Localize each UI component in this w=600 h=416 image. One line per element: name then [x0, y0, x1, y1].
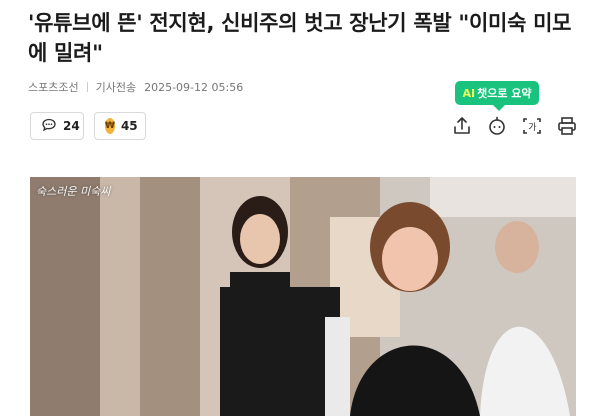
reaction-count: 45: [120, 119, 138, 133]
share-icon[interactable]: [451, 115, 473, 137]
font-size-icon[interactable]: 가: [521, 115, 543, 137]
ai-summary-button[interactable]: AI 챗으로 요약: [455, 81, 539, 111]
chatbot-icon[interactable]: [486, 115, 508, 137]
publish-datetime: 2025-09-12 05:56: [144, 80, 244, 94]
comments-button[interactable]: 24: [30, 112, 84, 140]
ai-label: AI: [462, 86, 476, 100]
source-name[interactable]: 스포츠조선: [28, 79, 79, 95]
sent-label: 기사전송: [95, 81, 137, 94]
ai-summary-label: 챗으로 요약: [477, 87, 532, 100]
article-photo: 숙스러운 미숙씨: [30, 177, 576, 416]
print-icon[interactable]: [556, 115, 578, 137]
photo-illustration: [30, 177, 576, 416]
coin-icon: ₩: [105, 118, 115, 134]
photo-watermark: 숙스러운 미숙씨: [36, 185, 111, 198]
comments-count: 24: [63, 119, 80, 133]
meta-divider: [86, 82, 88, 92]
article-headline: '유튜브에 뜬' 전지현, 신비주의 벗고 장난기 폭발 "이미숙 미모에 밀려…: [28, 11, 572, 65]
reaction-button[interactable]: ₩ 45: [94, 112, 146, 140]
article-meta: 스포츠조선 기사전송 2025-09-12 05:56: [28, 79, 243, 95]
svg-text:가: 가: [528, 122, 536, 133]
comment-icon: [41, 117, 57, 136]
